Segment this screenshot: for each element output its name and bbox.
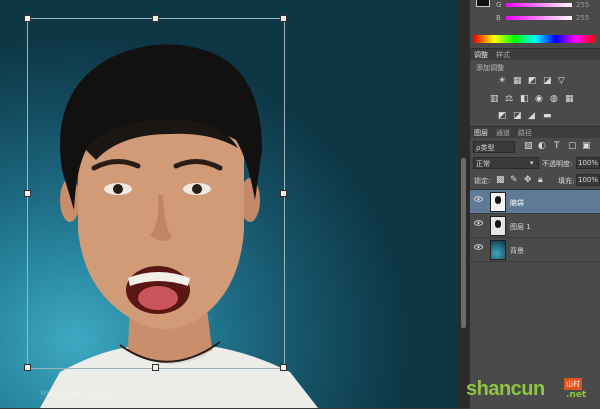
transform-handle[interactable]	[24, 190, 31, 197]
color-value-g[interactable]: 255	[576, 1, 589, 9]
layer-filter-label: ρ类型	[476, 144, 495, 152]
color-channel-b: B	[496, 14, 501, 22]
opacity-label: 不透明度:	[542, 160, 573, 168]
lock-label: 锁定:	[474, 177, 491, 185]
eye-icon[interactable]	[474, 244, 483, 250]
layer-name[interactable]: 图层 1	[510, 222, 531, 232]
lock-paint-icon[interactable]: ✎	[510, 175, 518, 185]
brightness-icon[interactable]: ☀	[498, 76, 506, 86]
slider-g[interactable]	[506, 3, 572, 7]
color-value-b[interactable]: 255	[576, 14, 589, 22]
filter-smart-icon[interactable]: ▣	[582, 141, 591, 151]
lock-position-icon[interactable]: ✥	[524, 175, 532, 185]
exposure-icon[interactable]: ◪	[543, 76, 552, 86]
right-panel: G 255 B 255 调整 样式 添加调整 ☀ ▦ ◩ ◪ ▽ ▥ ⚖ ◧ ◉…	[470, 0, 600, 409]
adjustments-panel: 调整 样式 添加调整 ☀ ▦ ◩ ◪ ▽ ▥ ⚖ ◧ ◉ ◍ ▦ ◩ ◪ ◢ ▬	[470, 48, 600, 123]
layer-name[interactable]: 背景	[510, 246, 524, 256]
watermark-site-suffix: .net	[566, 390, 587, 400]
layer-list: 脑袋 图层 1 背景	[470, 189, 600, 270]
scrollbar-thumb[interactable]	[461, 158, 466, 328]
layer-row-head[interactable]: 脑袋	[470, 190, 600, 214]
fill-label: 填充:	[558, 177, 575, 185]
hue-saturation-icon[interactable]: ▥	[490, 94, 499, 104]
watermark-badge: 山村	[564, 378, 582, 390]
black-white-icon[interactable]: ◧	[520, 94, 529, 104]
levels-icon[interactable]: ▦	[513, 76, 522, 86]
filter-adjust-icon[interactable]: ◐	[538, 141, 546, 151]
filter-pixel-icon[interactable]: ▨	[524, 141, 533, 151]
site-watermark: shancun 山村 .net	[466, 378, 600, 404]
transform-handle[interactable]	[280, 364, 287, 371]
lock-transparent-icon[interactable]: ▩	[496, 175, 505, 185]
watermark-site-text: shancun	[466, 378, 545, 400]
color-spectrum-bar[interactable]	[474, 35, 596, 43]
gradient-map-icon[interactable]: ▬	[543, 111, 552, 121]
color-panel: G 255 B 255	[470, 0, 600, 46]
fill-value: 100%	[578, 176, 599, 184]
layer-thumbnail	[490, 240, 506, 260]
photo-filter-icon[interactable]: ◉	[535, 94, 543, 104]
transform-handle[interactable]	[152, 364, 159, 371]
layers-panel: 图层 通道 路径 ρ类型 ▨ ◐ T ▢ ▣ 正常 ▾ 不透明度: 100% 锁…	[470, 126, 600, 409]
watermark-left: www.shancun.net	[40, 388, 112, 397]
threshold-icon[interactable]: ◢	[528, 111, 535, 121]
color-balance-icon[interactable]: ⚖	[505, 94, 513, 104]
invert-icon[interactable]: ◩	[498, 111, 507, 121]
transform-handle[interactable]	[24, 364, 31, 371]
tab-styles[interactable]: 样式	[496, 50, 510, 60]
transform-bounding-box[interactable]	[27, 18, 285, 369]
chevron-down-icon: ▾	[530, 159, 534, 167]
transform-handle[interactable]	[24, 15, 31, 22]
transform-handle[interactable]	[280, 15, 287, 22]
filter-shape-icon[interactable]: ▢	[568, 141, 577, 151]
transform-handle[interactable]	[280, 190, 287, 197]
vibrance-icon[interactable]: ▽	[558, 76, 565, 86]
layer-filter-dropdown[interactable]: ρ类型	[473, 141, 515, 153]
tab-adjustments[interactable]: 调整	[474, 50, 488, 60]
tab-paths[interactable]: 路径	[518, 128, 532, 138]
layer-thumbnail	[490, 216, 506, 236]
slider-b[interactable]	[506, 16, 572, 20]
blend-mode-value: 正常	[476, 160, 490, 168]
tab-layers[interactable]: 图层	[474, 128, 488, 138]
filter-text-icon[interactable]: T	[554, 141, 560, 151]
posterize-icon[interactable]: ◪	[513, 111, 522, 121]
fill-field[interactable]: 100%	[576, 174, 600, 186]
channel-mixer-icon[interactable]: ◍	[550, 94, 558, 104]
layer-name[interactable]: 脑袋	[510, 198, 524, 208]
blend-mode-dropdown[interactable]: 正常 ▾	[473, 157, 539, 169]
opacity-field[interactable]: 100%	[576, 157, 600, 169]
foreground-swatch[interactable]	[476, 0, 490, 7]
lock-all-icon[interactable]: 🔒︎	[538, 175, 543, 185]
curves-icon[interactable]: ◩	[528, 76, 537, 86]
transform-handle[interactable]	[152, 15, 159, 22]
color-lookup-icon[interactable]: ▦	[565, 94, 574, 104]
eye-icon[interactable]	[474, 196, 483, 202]
layer-thumbnail	[490, 192, 506, 212]
adjustments-hint: 添加调整	[476, 64, 504, 72]
color-channel-g: G	[496, 1, 502, 9]
eye-icon[interactable]	[474, 220, 483, 226]
tab-channels[interactable]: 通道	[496, 128, 510, 138]
opacity-value: 100%	[578, 159, 599, 167]
layer-row-layer1[interactable]: 图层 1	[470, 214, 600, 238]
document-canvas[interactable]: www.shancun.net	[0, 0, 458, 408]
layer-row-background[interactable]: 背景	[470, 238, 600, 262]
